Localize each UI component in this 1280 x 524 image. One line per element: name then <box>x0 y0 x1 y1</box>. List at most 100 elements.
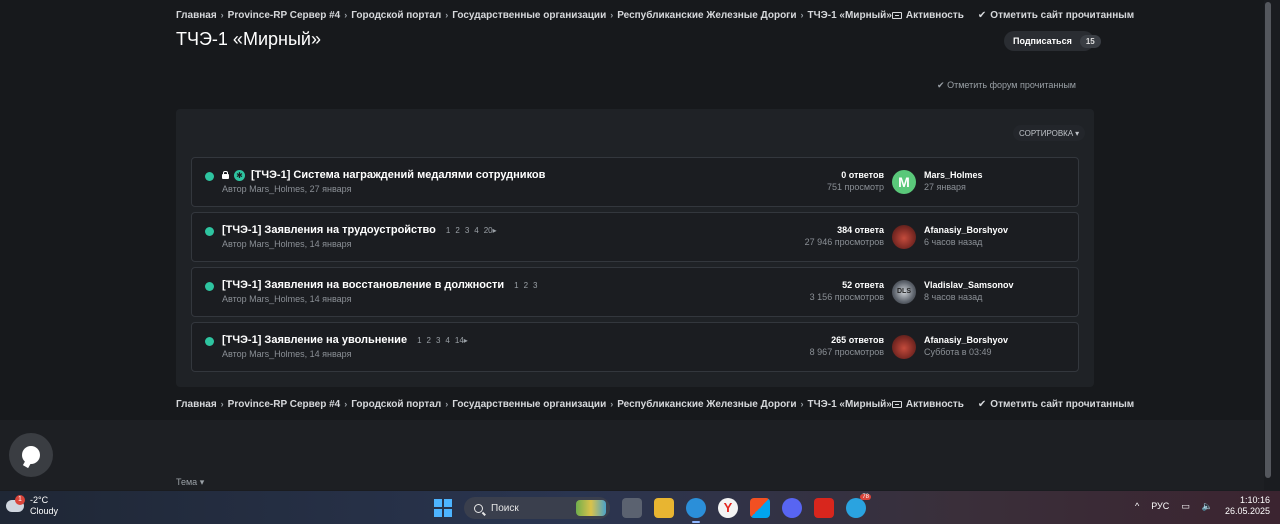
page-link[interactable]: 2 <box>455 226 459 235</box>
view-count: 27 946 просмотров <box>804 237 884 247</box>
last-post-time[interactable]: 8 часов назад <box>924 292 1014 302</box>
network-icon[interactable]: ▭ <box>1181 501 1190 512</box>
discord-icon[interactable] <box>782 498 802 518</box>
last-post-time[interactable]: Суббота в 03:49 <box>924 347 1008 357</box>
breadcrumb-item[interactable]: Главная <box>176 399 217 410</box>
thread-title[interactable]: [ТЧЭ-1] Заявление на увольнение <box>222 334 407 346</box>
language-indicator[interactable]: РУС <box>1151 501 1169 511</box>
taskbar-search[interactable]: Поиск <box>464 497 610 519</box>
page-link[interactable]: 3 <box>533 281 537 290</box>
pin-icon: ✱ <box>234 169 245 181</box>
thread-row[interactable]: [ТЧЭ-1] Заявления на трудоустройство 1 2… <box>191 212 1079 262</box>
weather-desc: Cloudy <box>30 506 59 516</box>
chevron-right-icon: › <box>344 10 348 20</box>
thread-title[interactable]: [ТЧЭ-1] Система награждений медалями сот… <box>251 169 545 181</box>
thread-pagination: 1 2 3 4 14▸ <box>417 336 468 345</box>
breadcrumb-current[interactable]: ТЧЭ-1 «Мирный» <box>808 10 892 21</box>
notification-badge: 1 <box>15 495 25 505</box>
avatar[interactable] <box>892 225 916 249</box>
last-post-time[interactable]: 6 часов назад <box>924 237 1008 247</box>
last-post: Afanasiy_Borshyov 6 часов назад <box>924 225 1008 247</box>
breadcrumb-item[interactable]: Главная <box>176 10 217 21</box>
page-link[interactable]: 1 <box>446 226 450 235</box>
mark-site-read-label: Отметить сайт прочитанным <box>990 9 1135 21</box>
weather-widget[interactable]: 1 -2°C Cloudy <box>6 495 58 517</box>
page-link[interactable]: 1 <box>417 336 421 345</box>
chevron-right-icon: › <box>610 399 614 409</box>
unread-dot-icon <box>205 227 214 236</box>
page-link[interactable]: 4 <box>474 226 478 235</box>
reply-count: 0 ответов <box>841 170 884 180</box>
sort-dropdown[interactable]: СОРТИРОВКА ▾ <box>1013 125 1086 141</box>
breadcrumb-item[interactable]: Province-RP Сервер #4 <box>228 10 341 21</box>
breadcrumb-item[interactable]: Городской портал <box>351 399 441 410</box>
breadcrumb-item[interactable]: Республиканские Железные Дороги <box>617 10 796 21</box>
windows-start-icon[interactable] <box>434 499 452 517</box>
last-post-user[interactable]: Afanasiy_Borshyov <box>924 225 1008 235</box>
last-post-user[interactable]: Mars_Holmes <box>924 170 983 180</box>
page-link-last-label: 14 <box>454 335 464 345</box>
breadcrumb-current[interactable]: ТЧЭ-1 «Мирный» <box>808 399 892 410</box>
mark-site-read-label: Отметить сайт прочитанным <box>990 398 1135 410</box>
last-post-user[interactable]: Vladislav_Samsonov <box>924 280 1014 290</box>
mark-forum-read-link[interactable]: ✔ Отметить форум прочитанным <box>937 80 1076 91</box>
lock-icon <box>222 171 229 179</box>
file-explorer-icon[interactable] <box>654 498 674 518</box>
chat-widget-button[interactable] <box>9 433 53 477</box>
breadcrumb-bottom: Главная › Province-RP Сервер #4 › Городско… <box>176 397 1134 411</box>
thread-author[interactable]: Автор Mars_Holmes, 14 января <box>222 239 351 249</box>
edge-browser-icon[interactable] <box>686 498 706 523</box>
system-clock[interactable]: 1:10:16 26.05.2025 <box>1225 495 1270 517</box>
task-view-icon[interactable] <box>622 498 642 518</box>
volume-icon[interactable]: 🔈 <box>1202 501 1213 512</box>
pdf-reader-icon[interactable] <box>814 498 834 518</box>
reply-count: 384 ответа <box>837 225 884 235</box>
thread-stats: 265 ответов 8 967 просмотров <box>810 335 884 357</box>
last-post-user[interactable]: Afanasiy_Borshyov <box>924 335 1008 345</box>
subscribe-button[interactable]: Подписаться 15 <box>1004 31 1101 51</box>
thread-row[interactable]: [ТЧЭ-1] Заявление на увольнение 1 2 3 4 … <box>191 322 1079 372</box>
thread-author[interactable]: Автор Mars_Holmes, 14 января <box>222 294 351 304</box>
thread-pagination: 1 2 3 4 20▸ <box>446 226 497 235</box>
page-link-last[interactable]: 14▸ <box>455 336 468 345</box>
thread-author[interactable]: Автор Mars_Holmes, 27 января <box>222 184 351 194</box>
microsoft-store-icon[interactable] <box>750 498 770 518</box>
chevron-right-icon: › <box>610 10 614 20</box>
page-scrollbar[interactable] <box>1264 0 1272 490</box>
unread-dot-icon <box>205 282 214 291</box>
scrollbar-thumb[interactable] <box>1265 2 1271 478</box>
thread-title[interactable]: [ТЧЭ-1] Заявления на трудоустройство <box>222 224 436 236</box>
breadcrumb-item[interactable]: Государственные организации <box>452 10 606 21</box>
mark-site-read-link[interactable]: ✔ Отметить сайт прочитанным <box>978 399 1134 410</box>
breadcrumb-item[interactable]: Province-RP Сервер #4 <box>228 399 341 410</box>
avatar[interactable]: M <box>892 170 916 194</box>
avatar[interactable] <box>892 335 916 359</box>
theme-selector[interactable]: Тема ▾ <box>176 477 204 488</box>
thread-row[interactable]: ✱ [ТЧЭ-1] Система награждений медалями с… <box>191 157 1079 207</box>
page-link-last[interactable]: 20▸ <box>484 226 497 235</box>
activity-link[interactable]: Активность <box>891 399 964 410</box>
mark-site-read-link[interactable]: ✔ Отметить сайт прочитанным <box>978 10 1134 21</box>
breadcrumb-item[interactable]: Государственные организации <box>452 399 606 410</box>
thread-title[interactable]: [ТЧЭ-1] Заявления на восстановление в до… <box>222 279 504 291</box>
chevron-up-icon[interactable]: ^ <box>1135 501 1139 511</box>
page-link[interactable]: 4 <box>445 336 449 345</box>
breadcrumb-item[interactable]: Республиканские Железные Дороги <box>617 399 796 410</box>
avatar[interactable]: DLS <box>892 280 916 304</box>
cloud-icon: 1 <box>6 495 25 512</box>
page-link[interactable]: 3 <box>436 336 440 345</box>
last-post-time[interactable]: 27 января <box>924 182 983 192</box>
weather-temp: -2°C <box>30 495 49 505</box>
view-count: 8 967 просмотров <box>809 347 884 357</box>
page-link[interactable]: 2 <box>524 281 528 290</box>
activity-link[interactable]: Активность <box>891 10 964 21</box>
thread-row[interactable]: [ТЧЭ-1] Заявления на восстановление в до… <box>191 267 1079 317</box>
page-link[interactable]: 1 <box>514 281 518 290</box>
telegram-icon[interactable]: 78 <box>846 494 871 518</box>
breadcrumb-item[interactable]: Городской портал <box>351 10 441 21</box>
page-link[interactable]: 2 <box>427 336 431 345</box>
yandex-browser-icon[interactable]: Y <box>718 498 738 518</box>
thread-author[interactable]: Автор Mars_Holmes, 14 января <box>222 349 351 359</box>
page-link[interactable]: 3 <box>465 226 469 235</box>
unread-dot-icon <box>205 337 214 346</box>
